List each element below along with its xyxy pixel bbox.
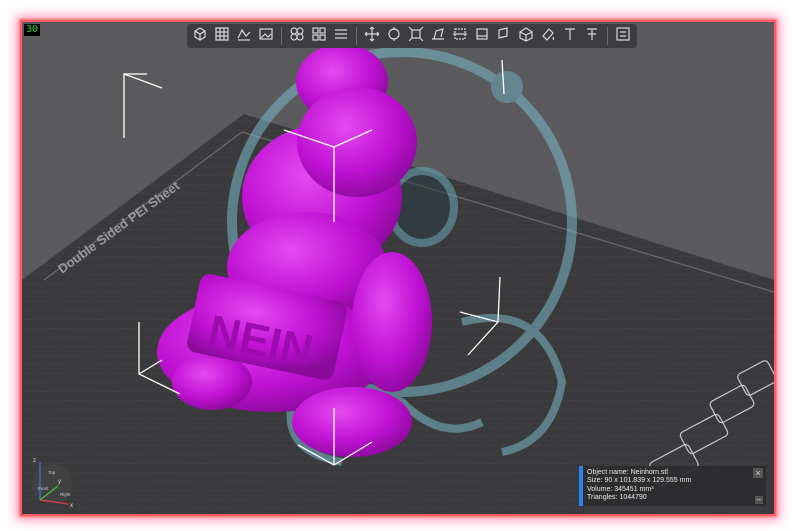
image-button[interactable]: [256, 26, 276, 46]
support-paint-icon: [474, 26, 490, 47]
toolbar-separator: [281, 27, 282, 45]
add-object-button[interactable]: [190, 26, 210, 46]
seam-paint-icon: [496, 26, 512, 47]
cut-button[interactable]: [450, 26, 470, 46]
text-button[interactable]: [560, 26, 580, 46]
color-paint-icon: [540, 26, 556, 47]
image-icon: [258, 26, 274, 47]
arrange-icon: [236, 26, 252, 47]
z-axis-label: z: [33, 458, 36, 464]
arrange-button[interactable]: [234, 26, 254, 46]
scale-button[interactable]: [406, 26, 426, 46]
fps-counter: 30: [24, 24, 41, 36]
assembly-view-button[interactable]: [613, 26, 633, 46]
measure-button[interactable]: [582, 26, 602, 46]
copies-icon: [289, 26, 305, 47]
move-button[interactable]: [362, 26, 382, 46]
add-object-icon: [192, 26, 208, 47]
front-face-label: Front: [38, 486, 49, 491]
object-size: Size: 90 x 101.839 x 129.555 mm: [587, 477, 692, 485]
place-on-face-button[interactable]: [428, 26, 448, 46]
view-toolbar: [187, 24, 637, 48]
support-paint-button[interactable]: [472, 26, 492, 46]
mesh-boolean-button[interactable]: [516, 26, 536, 46]
object-name: Object name: Neinhorn.stl: [587, 469, 668, 476]
assembly-view-icon: [615, 26, 631, 47]
x-axis-label: x: [70, 503, 73, 508]
rotate-icon: [386, 26, 402, 47]
measure-icon: [584, 26, 600, 47]
place-on-face-icon: [430, 26, 446, 47]
right-face-label: Right: [60, 492, 71, 497]
app-window: Double Sided PEI Sheet NEIN 30 z x y Fro…: [20, 20, 776, 516]
layers-icon: [333, 26, 349, 47]
collapse-icon[interactable]: –: [755, 496, 763, 504]
layers-button[interactable]: [331, 26, 351, 46]
object-info-panel: Object name: Neinhorn.stl Size: 90 x 101…: [579, 466, 766, 506]
toolbar-separator: [356, 27, 357, 45]
split-button[interactable]: [309, 26, 329, 46]
axis-orientation-gizmo[interactable]: z x y Front Right Top: [28, 452, 80, 509]
3d-viewport[interactable]: Double Sided PEI Sheet NEIN: [22, 22, 774, 514]
mesh-boolean-icon: [518, 26, 534, 47]
rotate-button[interactable]: [384, 26, 404, 46]
scale-icon: [408, 26, 424, 47]
color-paint-button[interactable]: [538, 26, 558, 46]
grid-view-button[interactable]: [212, 26, 232, 46]
seam-paint-button[interactable]: [494, 26, 514, 46]
close-icon[interactable]: ×: [753, 468, 763, 478]
move-icon: [364, 26, 380, 47]
object-volume: Volume: 345451 mm³: [587, 485, 654, 493]
grid-view-icon: [214, 26, 230, 47]
toolbar-separator: [607, 27, 608, 45]
object-triangles: Triangles: 1044790: [587, 494, 647, 502]
top-face-label: Top: [48, 470, 56, 475]
split-icon: [311, 26, 327, 47]
text-icon: [562, 26, 578, 47]
cut-icon: [452, 26, 468, 47]
copies-button[interactable]: [287, 26, 307, 46]
y-axis-label: y: [58, 479, 61, 485]
